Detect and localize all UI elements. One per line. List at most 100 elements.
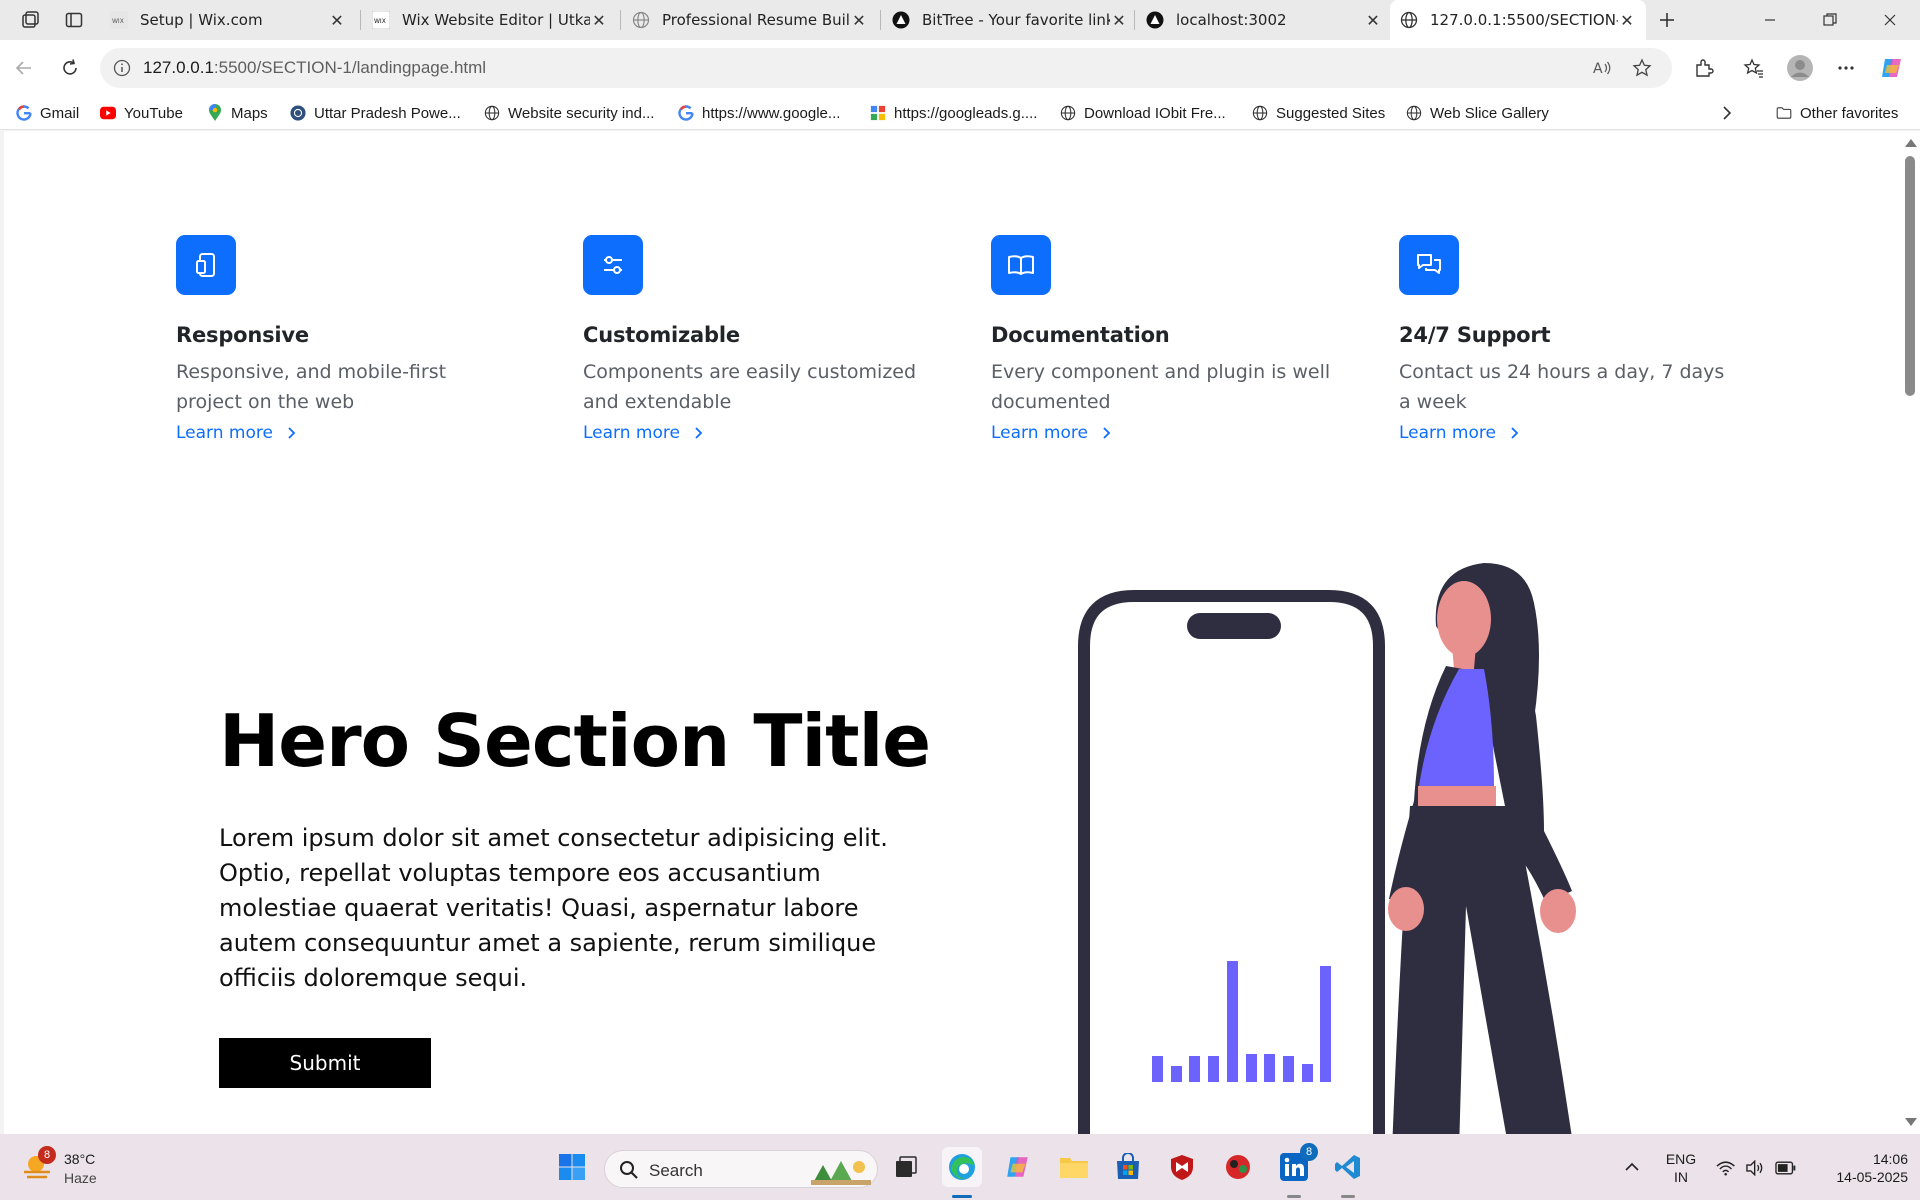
browser-tab[interactable]: WIX Setup | Wix.com ✕ (100, 0, 356, 40)
maps-pin-icon (207, 104, 223, 121)
chevron-right-icon (1103, 427, 1111, 439)
site-info-icon[interactable] (112, 58, 132, 78)
lang-bottom: IN (1674, 1169, 1688, 1185)
submit-button[interactable]: Submit (219, 1038, 431, 1088)
sliders-icon (583, 235, 643, 295)
tray-overflow-chevron-icon[interactable] (1612, 1147, 1652, 1187)
restore-icon[interactable] (1800, 0, 1860, 40)
tab-divider (620, 10, 621, 30)
close-window-icon[interactable] (1860, 0, 1920, 40)
bookmark-iobit[interactable]: Download IObit Fre... (1060, 101, 1226, 125)
bookmark-web-slice-gallery[interactable]: Web Slice Gallery (1406, 101, 1549, 125)
back-arrow-icon[interactable] (8, 52, 40, 84)
bookmark-maps[interactable]: Maps (207, 101, 268, 125)
file-explorer-icon[interactable] (1054, 1147, 1094, 1187)
feature-title: 24/7 Support (1399, 323, 1551, 347)
copilot-icon[interactable] (1876, 52, 1908, 84)
emblem-icon (290, 105, 306, 121)
profile-avatar-icon[interactable] (1784, 52, 1816, 84)
tab-divider (360, 10, 361, 30)
url-path: :5500/SECTION-1/landingpage.html (213, 58, 487, 77)
learn-more-link[interactable]: Learn more (176, 423, 297, 443)
address-bar[interactable]: 127.0.0.1:5500/SECTION-1/landingpage.htm… (100, 48, 1672, 88)
close-tab-icon[interactable]: ✕ (1618, 11, 1636, 30)
bookmark-gmail[interactable]: Gmail (16, 101, 79, 125)
scroll-up-arrow-icon[interactable] (1905, 139, 1917, 147)
window-controls (1740, 0, 1920, 40)
bookmarks-overflow-chevron-icon[interactable] (1720, 101, 1734, 125)
browser-tab[interactable]: WIX Wix Website Editor | Utkars ✕ (362, 0, 618, 40)
feature-description: Components are easily customized and ext… (583, 361, 917, 413)
taskbar-search[interactable]: Search (604, 1150, 878, 1188)
bookmark-uppcl[interactable]: Uttar Pradesh Powe... (290, 101, 461, 125)
vscode-icon[interactable] (1328, 1147, 1368, 1187)
page-scrollbar[interactable] (1900, 131, 1920, 1134)
browser-tab[interactable]: Professional Resume Builde ✕ (622, 0, 878, 40)
book-icon (991, 235, 1051, 295)
globe-icon (1252, 105, 1268, 121)
start-windows-icon[interactable] (552, 1147, 592, 1187)
bookmark-website-security[interactable]: Website security ind... (484, 101, 654, 125)
bookmark-label: YouTube (124, 104, 183, 122)
bookmark-suggested-sites[interactable]: Suggested Sites (1252, 101, 1385, 125)
favorites-icon[interactable] (1738, 52, 1770, 84)
close-tab-icon[interactable]: ✕ (590, 11, 608, 30)
close-tab-icon[interactable]: ✕ (328, 11, 346, 30)
linkedin-icon[interactable]: 8 (1274, 1143, 1318, 1187)
bookmark-google-ads[interactable]: https://googleads.g.... (870, 101, 1037, 125)
copilot-taskbar-icon[interactable] (998, 1147, 1038, 1187)
scrollbar-thumb[interactable] (1905, 156, 1915, 396)
chevron-right-icon (695, 427, 703, 439)
game-app-icon[interactable] (1218, 1147, 1258, 1187)
system-tray[interactable] (1716, 1156, 1796, 1180)
new-tab-icon[interactable] (1655, 8, 1679, 32)
edge-active-indicator (952, 1195, 972, 1198)
bookmark-label: Suggested Sites (1276, 104, 1386, 122)
person-face (1437, 581, 1491, 657)
scroll-down-arrow-icon[interactable] (1905, 1118, 1917, 1126)
other-favorites[interactable]: Other favorites (1776, 101, 1898, 125)
person-hand-right (1540, 889, 1576, 933)
clock[interactable]: 14:06 14-05-2025 (1808, 1148, 1908, 1188)
bookmark-google-search[interactable]: https://www.google... (678, 101, 840, 125)
bookmark-youtube[interactable]: YouTube (100, 101, 183, 125)
tab-actions-icon[interactable] (62, 8, 86, 32)
browser-tab-active[interactable]: 127.0.0.1:5500/SECTION-1/ ✕ (1390, 0, 1646, 40)
feature-description: Contact us 24 hours a day, 7 days a week (1399, 361, 1725, 413)
browser-tab[interactable]: localhost:3002 ✕ (1136, 0, 1392, 40)
learn-more-link[interactable]: Learn more (1399, 423, 1520, 443)
close-tab-icon[interactable]: ✕ (850, 11, 868, 30)
lang-top: ENG (1665, 1151, 1697, 1167)
feature-description: Every component and plugin is well docum… (991, 361, 1331, 413)
bookmark-label: Gmail (40, 104, 80, 122)
url-host: 127.0.0.1 (143, 58, 214, 77)
bar (1320, 966, 1331, 1082)
learn-more-link[interactable]: Learn more (991, 423, 1112, 443)
weather-desc: Haze (64, 1170, 97, 1186)
refresh-icon[interactable] (54, 52, 86, 84)
language-indicator[interactable]: ENG IN (1658, 1148, 1704, 1188)
linkedin-running-indicator (1287, 1195, 1301, 1198)
learn-more-label: Learn more (1399, 423, 1496, 443)
task-view-icon[interactable] (886, 1147, 926, 1187)
linkedin-notification-badge: 8 (1300, 1143, 1318, 1161)
chevron-right-icon (288, 427, 296, 439)
svg-text:A: A (1593, 61, 1603, 77)
favorite-star-icon[interactable] (1632, 58, 1652, 82)
close-tab-icon[interactable]: ✕ (1364, 11, 1382, 30)
workspaces-icon[interactable] (18, 8, 42, 32)
person-figure (1388, 563, 1576, 1134)
tab-divider (1134, 10, 1135, 30)
edge-browser-icon[interactable] (942, 1147, 982, 1187)
more-menu-icon[interactable] (1830, 52, 1862, 84)
microsoft-store-icon[interactable] (1108, 1147, 1148, 1187)
person-waist (1418, 786, 1496, 806)
browser-tab[interactable]: BitTree - Your favorite link s ✕ (882, 0, 1138, 40)
learn-more-link[interactable]: Learn more (583, 423, 704, 443)
mcafee-icon[interactable] (1162, 1147, 1202, 1187)
close-tab-icon[interactable]: ✕ (1110, 11, 1128, 30)
weather-widget[interactable]: 8 38°C Haze (20, 1146, 140, 1188)
minimize-icon[interactable] (1740, 0, 1800, 40)
read-aloud-icon[interactable]: A (1592, 58, 1612, 82)
extensions-icon[interactable] (1688, 52, 1720, 84)
